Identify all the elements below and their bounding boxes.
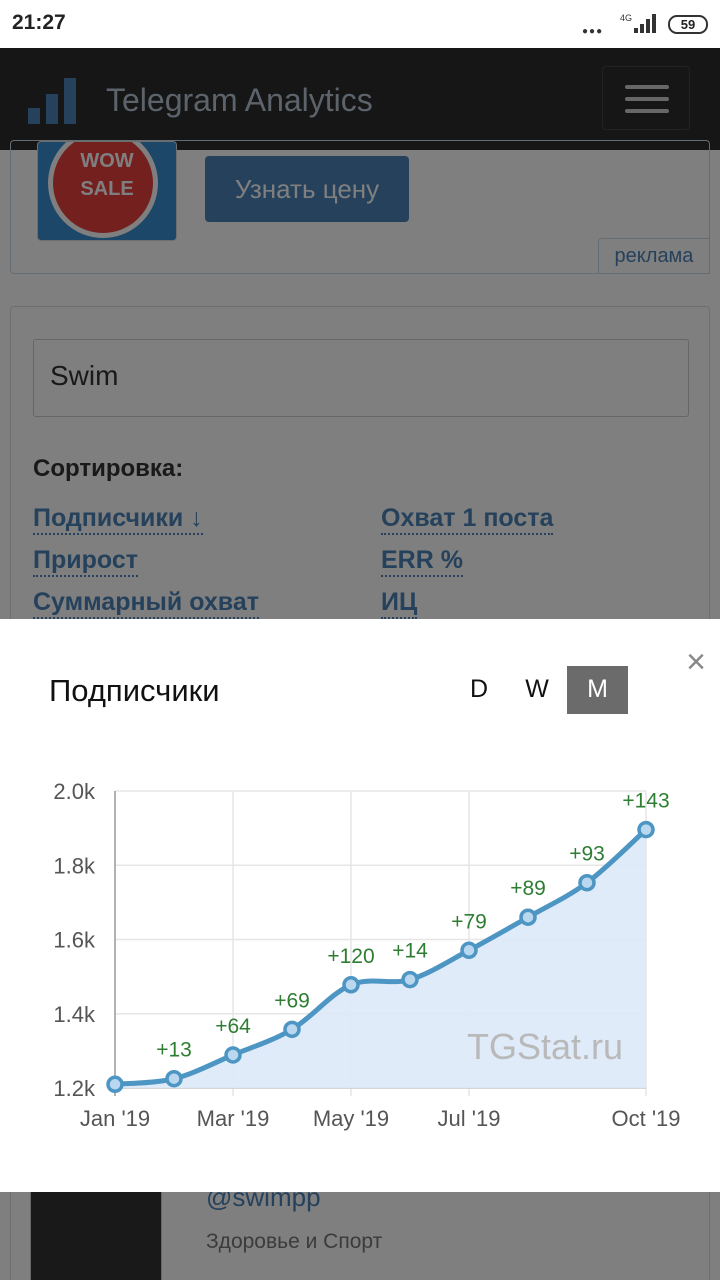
data-label: +79 bbox=[451, 910, 487, 933]
data-point bbox=[401, 970, 419, 989]
data-point bbox=[578, 873, 596, 892]
subscribers-chart: 1.2k 1.4k 1.6k 1.8k 2.0k Jan '19 Mar '19 May '1… bbox=[53, 779, 680, 1131]
x-tick-label: Mar '19 bbox=[197, 1106, 270, 1131]
data-label: +13 bbox=[156, 1039, 192, 1062]
data-label: +93 bbox=[569, 843, 605, 866]
data-point bbox=[460, 941, 478, 960]
y-tick-label: 1.2k bbox=[53, 1076, 96, 1101]
modal-title: Подписчики bbox=[49, 673, 220, 708]
signal-icon: 4G bbox=[620, 13, 656, 33]
y-tick-label: 2.0k bbox=[53, 779, 96, 804]
x-tick-label: May '19 bbox=[313, 1106, 389, 1131]
data-point bbox=[519, 908, 537, 926]
data-label: +64 bbox=[215, 1015, 251, 1038]
data-point bbox=[283, 1020, 301, 1039]
data-point bbox=[224, 1046, 242, 1064]
status-time: 21:27 bbox=[12, 11, 66, 34]
x-tick-label: Jan '19 bbox=[80, 1106, 150, 1131]
data-point bbox=[637, 820, 655, 839]
data-label: +143 bbox=[622, 790, 669, 813]
close-icon[interactable]: × bbox=[680, 645, 712, 679]
subscribers-chart-modal: Подписчики D W M × 1.2k 1.4k 1.6k 1.8k 2.0k J… bbox=[0, 619, 720, 1192]
x-tick-label: Oct '19 bbox=[611, 1106, 680, 1131]
data-label: +89 bbox=[510, 877, 546, 900]
more-dots-icon: ●●● bbox=[582, 26, 604, 37]
network-type: 4G bbox=[620, 13, 632, 23]
data-point bbox=[106, 1075, 124, 1094]
data-label: +69 bbox=[274, 989, 310, 1012]
status-bar: 21:27 ●●● 4G 59 bbox=[0, 0, 720, 48]
data-point bbox=[165, 1069, 183, 1088]
period-day-button[interactable]: D bbox=[458, 666, 500, 714]
battery-icon: 59 bbox=[668, 15, 708, 34]
period-month-button[interactable]: M bbox=[567, 666, 628, 714]
watermark: TGStat.ru bbox=[467, 1026, 623, 1067]
data-label: +120 bbox=[327, 945, 374, 968]
y-tick-label: 1.6k bbox=[53, 928, 96, 953]
x-tick-label: Jul '19 bbox=[438, 1106, 501, 1131]
period-week-button[interactable]: W bbox=[514, 666, 560, 714]
data-label: +14 bbox=[392, 940, 428, 963]
y-tick-label: 1.4k bbox=[53, 1002, 96, 1027]
data-point bbox=[342, 976, 360, 994]
y-tick-label: 1.8k bbox=[53, 853, 96, 878]
